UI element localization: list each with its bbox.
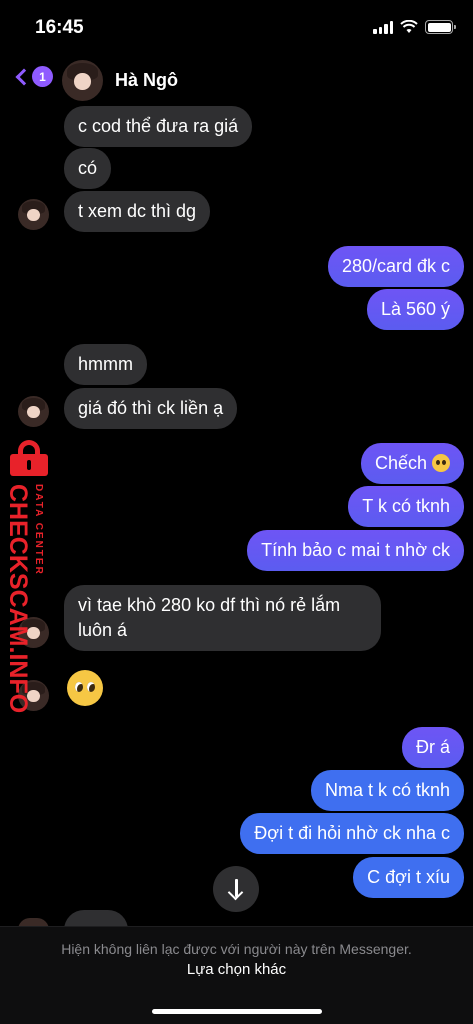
message-out[interactable]: Là 560 ý bbox=[366, 289, 464, 330]
message-out[interactable]: Đr á bbox=[401, 727, 464, 768]
chevron-left-icon bbox=[15, 68, 33, 85]
contact-name[interactable]: Hà Ngô bbox=[115, 70, 178, 91]
message-in[interactable]: hmmm bbox=[64, 344, 147, 385]
status-icons bbox=[373, 20, 456, 34]
contact-avatar[interactable] bbox=[62, 60, 103, 101]
message-in[interactable]: c cod thể đưa ra giá bbox=[64, 106, 253, 147]
message-out[interactable]: C đợi t xíu bbox=[353, 857, 464, 898]
message-out[interactable]: Tính bảo c mai t nhờ ck bbox=[247, 530, 464, 571]
arrow-down-icon bbox=[228, 879, 244, 899]
home-indicator[interactable] bbox=[152, 1009, 322, 1014]
status-time: 16:45 bbox=[35, 17, 84, 38]
status-bar: 16:45 bbox=[0, 0, 473, 56]
other-options-button[interactable]: Lựa chọn khác bbox=[0, 961, 473, 978]
signal-icon bbox=[373, 20, 393, 34]
back-button[interactable]: 1 bbox=[14, 66, 53, 87]
chat-header: 1 Hà Ngô bbox=[0, 56, 473, 106]
message-out[interactable]: 280/card đk c bbox=[327, 246, 464, 287]
message-out[interactable]: T k có tknh bbox=[348, 486, 464, 527]
contact-avatar-small bbox=[18, 199, 49, 230]
scroll-down-button[interactable] bbox=[213, 866, 259, 912]
battery-icon bbox=[425, 20, 456, 34]
watermark-main: CHECKSCAM.INFO bbox=[4, 484, 32, 714]
message-in[interactable]: vì tae khò 280 ko df thì nó rẻ lắm luôn … bbox=[64, 585, 381, 651]
message-text-line: luôn á bbox=[78, 620, 128, 640]
unavailable-note: Hiện không liên lạc được với người này t… bbox=[61, 941, 412, 957]
footer-bar: Hiện không liên lạc được với người này t… bbox=[0, 926, 473, 1024]
pleading-face-icon[interactable] bbox=[67, 670, 103, 706]
watermark-small: DATA CENTER bbox=[33, 484, 44, 576]
message-out[interactable]: Đợi t đi hỏi nhờ ck nha c bbox=[240, 813, 464, 854]
pleading-face-icon bbox=[432, 454, 450, 472]
contact-avatar-small bbox=[18, 396, 49, 427]
message-in[interactable]: có bbox=[64, 148, 112, 189]
message-in[interactable]: giá đó thì ck liền ạ bbox=[64, 388, 238, 429]
wifi-icon bbox=[400, 20, 418, 33]
watermark-logo: CHECKSCAM.INFO DATA CENTER bbox=[4, 440, 54, 713]
message-out[interactable]: Chếch bbox=[360, 443, 464, 484]
message-text: Chếch bbox=[374, 453, 427, 473]
unread-badge: 1 bbox=[32, 66, 53, 87]
message-out[interactable]: Nma t k có tknh bbox=[310, 770, 464, 811]
lock-icon bbox=[6, 440, 50, 476]
message-text-line: vì tae khò 280 ko df thì nó rẻ lắm bbox=[78, 595, 341, 615]
message-in[interactable]: t xem dc thì dg bbox=[64, 191, 211, 232]
